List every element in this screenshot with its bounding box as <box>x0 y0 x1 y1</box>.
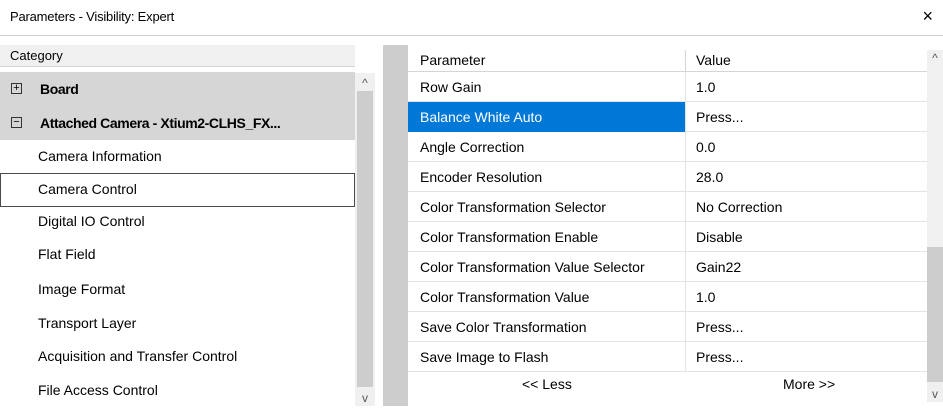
plus-box-icon[interactable]: + <box>11 83 22 94</box>
tree-group-board[interactable]: + Board <box>0 72 355 106</box>
parameters-header: Parameter Value <box>408 50 927 72</box>
chevron-up-icon[interactable]: ^ <box>927 50 943 66</box>
tree-group-label: Attached Camera - Xtium2-CLHS_FX... <box>40 115 281 131</box>
tree-item-flat-field[interactable]: Flat Field <box>0 238 355 272</box>
parameter-name: Balance White Auto <box>420 109 543 125</box>
value-column-header[interactable]: Value <box>696 52 731 68</box>
cell-divider <box>685 102 686 132</box>
category-header-label: Category <box>10 48 63 63</box>
tree-item-label: Digital IO Control <box>38 213 145 229</box>
cell-divider <box>685 132 686 162</box>
cell-divider <box>685 312 686 342</box>
less-button[interactable]: << Less <box>522 376 572 392</box>
parameter-value[interactable]: 1.0 <box>696 289 715 305</box>
parameter-value[interactable]: No Correction <box>696 199 782 215</box>
table-row[interactable]: Color Transformation Value Selector Gain… <box>408 252 927 282</box>
tree-item-file-access-control[interactable]: File Access Control <box>0 374 355 408</box>
parameter-name: Save Image to Flash <box>420 349 549 365</box>
category-pane: Category + Board − Attached Camera - Xti… <box>0 45 383 406</box>
cell-divider <box>685 252 686 282</box>
parameter-name: Row Gain <box>420 79 482 95</box>
table-row-selected[interactable]: Balance White Auto Press... <box>408 102 927 132</box>
category-header: Category <box>0 45 355 67</box>
close-icon[interactable]: × <box>922 6 933 26</box>
window-title: Parameters - Visibility: Expert <box>10 9 175 24</box>
cell-divider <box>685 192 686 222</box>
parameter-value[interactable]: 28.0 <box>696 169 723 185</box>
tree-item-acquisition-transfer-control[interactable]: Acquisition and Transfer Control <box>0 340 355 374</box>
parameter-name: Color Transformation Enable <box>420 229 599 245</box>
tree-group-label: Board <box>40 81 79 97</box>
parameter-name: Angle Correction <box>420 139 525 155</box>
parameters-scrollbar[interactable]: ^ v <box>927 50 943 402</box>
parameter-name: Color Transformation Value <box>420 289 590 305</box>
parameter-value[interactable]: Press... <box>696 349 743 365</box>
more-button[interactable]: More >> <box>783 376 835 392</box>
cell-divider <box>685 162 686 192</box>
scrollbar-thumb[interactable] <box>357 91 373 387</box>
minus-box-icon[interactable]: − <box>11 117 22 128</box>
parameter-name: Color Transformation Value Selector <box>420 259 645 275</box>
table-row[interactable]: Angle Correction 0.0 <box>408 132 927 162</box>
table-row[interactable]: Color Transformation Enable Disable <box>408 222 927 252</box>
visibility-footer: << Less More >> <box>408 372 927 402</box>
tree-item-label: Image Format <box>38 281 126 297</box>
pane-splitter[interactable] <box>383 45 408 406</box>
parameter-value[interactable]: 0.0 <box>696 139 715 155</box>
table-row[interactable]: Save Image to Flash Press... <box>408 342 927 372</box>
parameter-name: Color Transformation Selector <box>420 199 606 215</box>
parameter-value[interactable]: Disable <box>696 229 743 245</box>
tree-item-camera-information[interactable]: Camera Information <box>0 140 355 174</box>
cell-divider <box>685 342 686 372</box>
title-bar: Parameters - Visibility: Expert × <box>0 0 943 36</box>
parameter-value[interactable]: Press... <box>696 319 743 335</box>
tree-item-label: File Access Control <box>38 382 158 398</box>
tree-item-label: Camera Information <box>38 148 162 164</box>
tree-item-label: Camera Control <box>38 181 137 197</box>
tree-item-camera-control[interactable]: Camera Control <box>0 173 355 207</box>
category-scrollbar[interactable]: ^ v <box>355 73 375 406</box>
parameter-value[interactable]: Gain22 <box>696 259 741 275</box>
table-row[interactable]: Color Transformation Selector No Correct… <box>408 192 927 222</box>
category-tree: + Board − Attached Camera - Xtium2-CLHS_… <box>0 72 355 406</box>
chevron-up-icon[interactable]: ^ <box>355 75 375 91</box>
tree-group-attached-camera[interactable]: − Attached Camera - Xtium2-CLHS_FX... <box>0 106 355 140</box>
table-row[interactable]: Save Color Transformation Press... <box>408 312 927 342</box>
table-row[interactable]: Row Gain 1.0 <box>408 72 927 102</box>
chevron-down-icon[interactable]: v <box>927 386 943 402</box>
parameter-column-header[interactable]: Parameter <box>420 52 485 68</box>
scrollbar-thumb[interactable] <box>927 247 943 382</box>
tree-item-label: Transport Layer <box>38 315 137 331</box>
parameters-pane: Parameter Value Row Gain 1.0 Balance Whi… <box>408 45 943 406</box>
parameter-value[interactable]: Press... <box>696 109 743 125</box>
parameter-name: Encoder Resolution <box>420 169 543 185</box>
tree-item-image-format[interactable]: Image Format <box>0 273 355 307</box>
cell-divider <box>685 72 686 102</box>
cell-divider <box>685 222 686 252</box>
parameter-name: Save Color Transformation <box>420 319 587 335</box>
tree-item-label: Flat Field <box>38 246 96 262</box>
tree-item-transport-layer[interactable]: Transport Layer <box>0 307 355 341</box>
parameter-value[interactable]: 1.0 <box>696 79 715 95</box>
cell-divider <box>685 282 686 312</box>
tree-item-label: Acquisition and Transfer Control <box>38 348 238 364</box>
tree-item-digital-io-control[interactable]: Digital IO Control <box>0 205 355 239</box>
chevron-down-icon[interactable]: v <box>355 390 375 406</box>
table-row[interactable]: Encoder Resolution 28.0 <box>408 162 927 192</box>
table-row[interactable]: Color Transformation Value 1.0 <box>408 282 927 312</box>
column-divider[interactable] <box>685 50 686 72</box>
